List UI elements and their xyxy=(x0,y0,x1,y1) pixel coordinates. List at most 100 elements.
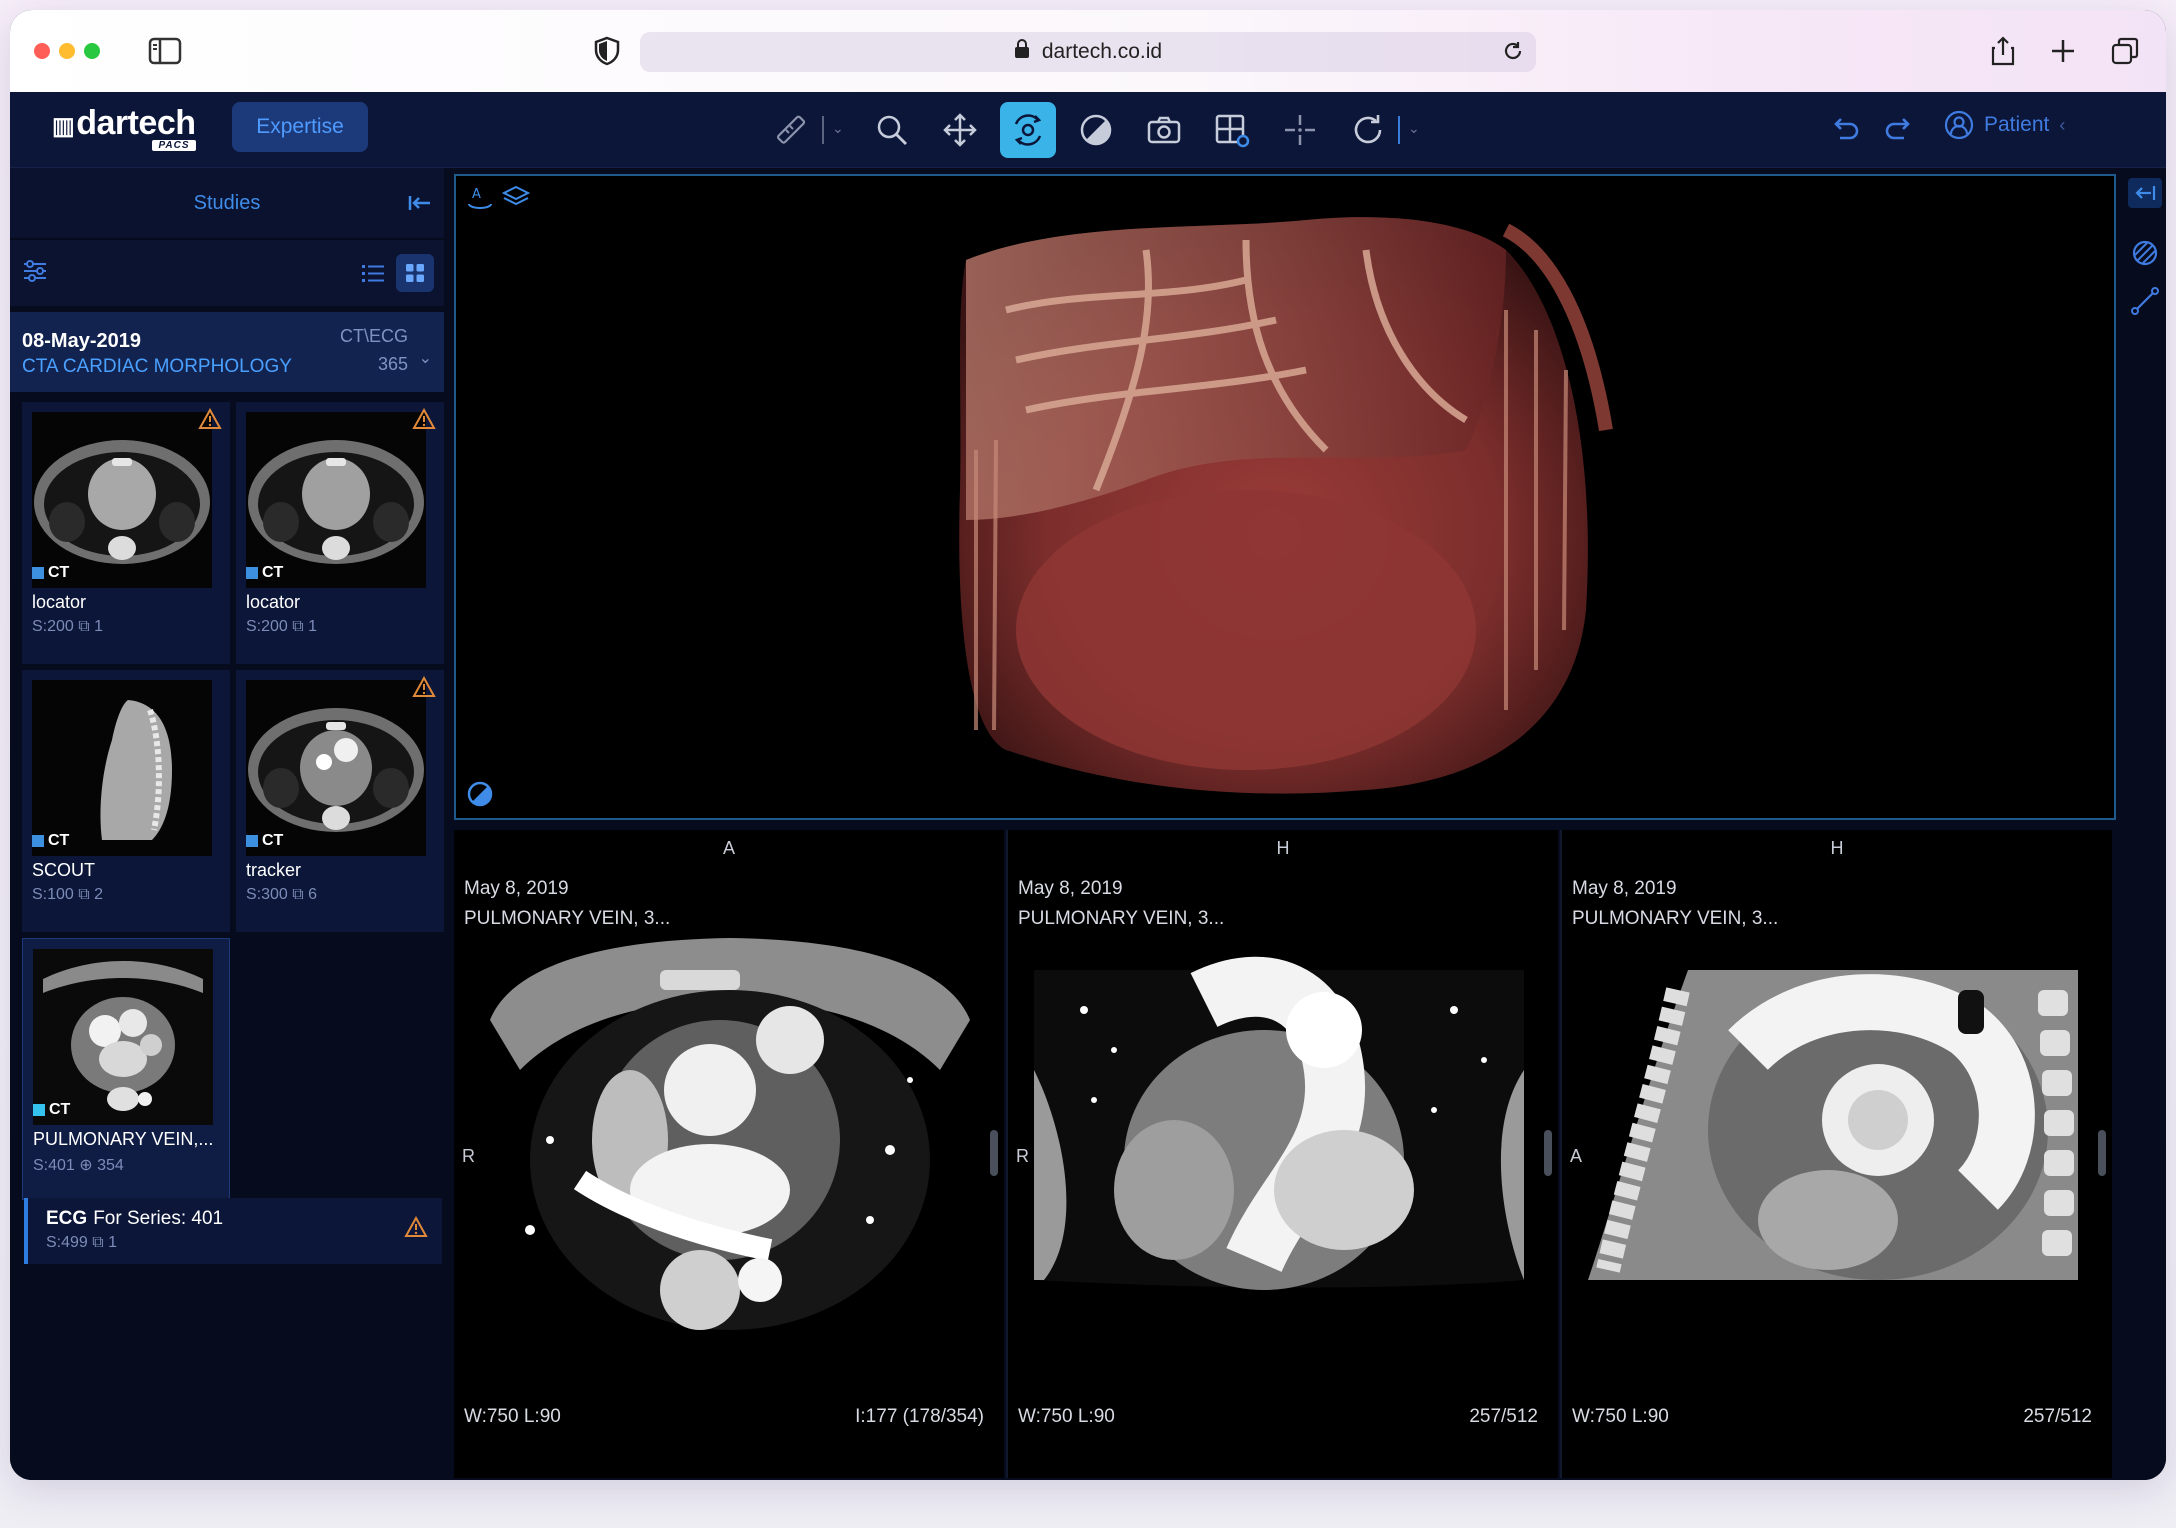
zoom-tool[interactable] xyxy=(864,102,920,158)
svg-text:A: A xyxy=(472,187,481,202)
series-thumbnail[interactable]: CT locator S:200 ⧉ 1 xyxy=(236,402,444,664)
series-overlay: PULMONARY VEIN, 3... xyxy=(1572,908,1779,929)
sphere-icon[interactable] xyxy=(2130,238,2160,268)
logo-text: dartech xyxy=(76,104,196,142)
warning-icon[interactable] xyxy=(412,408,436,430)
series-meta: S:300 ⧉ 6 xyxy=(246,886,318,903)
expertise-button[interactable]: Expertise xyxy=(232,102,368,152)
ruler-dropdown-chevron-icon[interactable]: ⌄ xyxy=(832,120,844,137)
cardiac-volume-render-image xyxy=(959,217,1613,794)
filter-settings-icon[interactable] xyxy=(20,256,50,286)
layout-tool[interactable] xyxy=(1204,102,1260,158)
slice-scrollbar[interactable] xyxy=(990,1130,998,1176)
warning-icon[interactable] xyxy=(412,676,436,698)
dartech-logo[interactable]: ▥dartech PACS xyxy=(52,104,196,151)
undo-button[interactable] xyxy=(1816,102,1872,158)
chevron-left-icon: ‹ xyxy=(2059,114,2066,135)
study-card[interactable]: 08-May-2019 CTA CARDIAC MORPHOLOGY CT\EC… xyxy=(10,312,444,392)
collapse-sidebar-icon[interactable] xyxy=(404,188,434,218)
url-text: dartech.co.id xyxy=(1041,40,1163,63)
redo-button[interactable] xyxy=(1872,102,1928,158)
series-meta: S:401 ⊕ 354 xyxy=(33,1157,124,1174)
chevron-down-icon[interactable]: ⌄ xyxy=(419,348,432,368)
modality-badge: CT xyxy=(32,564,69,582)
lock-icon xyxy=(1014,39,1030,65)
rotate-3d-tool[interactable] xyxy=(1000,102,1056,158)
maximize-window-button[interactable] xyxy=(84,43,100,59)
series-thumbnail[interactable]: CT tracker S:300 ⧉ 6 xyxy=(236,670,444,932)
list-view-icon[interactable] xyxy=(358,258,388,288)
modality-badge: CT xyxy=(32,832,69,850)
series-thumbnail[interactable]: CT SCOUT S:100 ⧉ 2 xyxy=(22,670,230,932)
series-name: locator xyxy=(32,592,87,612)
grid-view-icon[interactable] xyxy=(396,254,434,292)
series-meta: S:200 ⧉ 1 xyxy=(32,618,104,635)
series-meta: S:200 ⧉ 1 xyxy=(246,618,318,635)
axial-ct-slice-image xyxy=(490,938,970,1330)
minimize-window-button[interactable] xyxy=(59,43,75,59)
volume-render-viewport[interactable]: A xyxy=(454,174,2116,820)
ruler-tool[interactable] xyxy=(762,102,818,158)
slice-scrollbar[interactable] xyxy=(2098,1130,2106,1176)
contrast-tool[interactable] xyxy=(1068,102,1124,158)
orientation-top-label: H xyxy=(1276,838,1290,858)
coronal-viewport[interactable]: H R May 8, 2019 PULMONARY VEIN, 3... W:7… xyxy=(1008,830,1558,1478)
annotation-toggle-icon[interactable]: A xyxy=(466,182,494,210)
series-thumbnail-selected[interactable]: CT PULMONARY VEIN,... S:401 ⊕ 354 xyxy=(22,938,230,1200)
sagittal-viewport[interactable]: H A May 8, 2019 PULMONARY VEIN, 3... W:7… xyxy=(1562,830,2112,1478)
privacy-shield-icon[interactable] xyxy=(588,32,626,70)
browser-window: dartech.co.id ▥dartech PACS Expertise ⌄ … xyxy=(10,10,2166,1480)
window-level-overlay: W:750 L:90 xyxy=(464,1406,561,1427)
viewer-app: ▥dartech PACS Expertise ⌄ ⌄ Patient ‹ St… xyxy=(10,92,2166,1480)
ct-axial-thumbnail-image xyxy=(33,949,213,1125)
ecg-label: ECG xyxy=(46,1208,88,1229)
new-tab-icon[interactable] xyxy=(2044,32,2082,70)
line-measure-icon[interactable] xyxy=(2130,286,2160,316)
study-description: CTA CARDIAC MORPHOLOGY xyxy=(22,356,292,377)
series-name: SCOUT xyxy=(32,860,95,880)
series-meta: S:100 ⧉ 2 xyxy=(32,886,104,903)
pan-icon xyxy=(943,113,977,147)
address-bar[interactable]: dartech.co.id xyxy=(640,32,1536,72)
window-level-overlay: W:750 L:90 xyxy=(1018,1406,1115,1427)
series-name: locator xyxy=(246,592,301,612)
pan-tool[interactable] xyxy=(932,102,988,158)
study-date-overlay: May 8, 2019 xyxy=(464,878,569,899)
studies-title: Studies xyxy=(193,191,261,214)
patient-panel-toggle[interactable]: Patient ‹ xyxy=(1944,110,2065,140)
snapshot-tool[interactable] xyxy=(1136,102,1192,158)
modality-badge: CT xyxy=(33,1101,70,1119)
window-level-overlay: W:750 L:90 xyxy=(1572,1406,1669,1427)
share-icon[interactable] xyxy=(1984,32,2022,70)
study-date: 08-May-2019 xyxy=(22,330,141,352)
slice-scrollbar[interactable] xyxy=(1544,1130,1552,1176)
crosshair-tool[interactable] xyxy=(1272,102,1328,158)
ct-axial-thumbnail-image xyxy=(32,412,212,588)
contrast-adjust-icon[interactable] xyxy=(466,780,494,808)
slice-index-overlay: 257/512 xyxy=(1469,1406,1538,1427)
warning-icon[interactable] xyxy=(198,408,222,430)
ct-axial-thumbnail-image xyxy=(246,680,426,856)
tab-overview-icon[interactable] xyxy=(2106,32,2144,70)
reset-dropdown-chevron-icon[interactable]: ⌄ xyxy=(1408,120,1420,137)
coronal-ct-slice-image xyxy=(1034,956,1524,1290)
arrow-left-icon xyxy=(2135,186,2156,200)
reset-tool[interactable] xyxy=(1340,102,1396,158)
studies-sidebar: Studies 08-May-2019 CTA CARDIAC MORPHOLO… xyxy=(10,168,444,1480)
user-icon xyxy=(1944,110,1974,140)
logo-mark-icon: ▥ xyxy=(52,113,75,140)
right-tool-rail xyxy=(2122,174,2166,1480)
modality-badge: CT xyxy=(246,564,283,582)
warning-icon[interactable] xyxy=(404,1216,428,1238)
sidebar-toggle-icon[interactable] xyxy=(146,32,184,70)
slice-index-overlay: I:177 (178/354) xyxy=(855,1406,984,1427)
close-window-button[interactable] xyxy=(34,43,50,59)
reload-icon[interactable] xyxy=(1502,40,1524,68)
ecg-series-row[interactable]: ECG For Series: 401 S:499 ⧉ 1 xyxy=(24,1198,442,1264)
series-filter-bar xyxy=(10,240,444,306)
series-thumbnail[interactable]: CT locator S:200 ⧉ 1 xyxy=(22,402,230,664)
axial-viewport[interactable]: A R May 8, 2019 PULMONARY VEIN, 3... W:7… xyxy=(454,830,1004,1478)
logo-subtitle: PACS xyxy=(152,140,196,151)
layers-icon[interactable] xyxy=(502,182,530,210)
expand-panel-button[interactable] xyxy=(2128,178,2162,208)
